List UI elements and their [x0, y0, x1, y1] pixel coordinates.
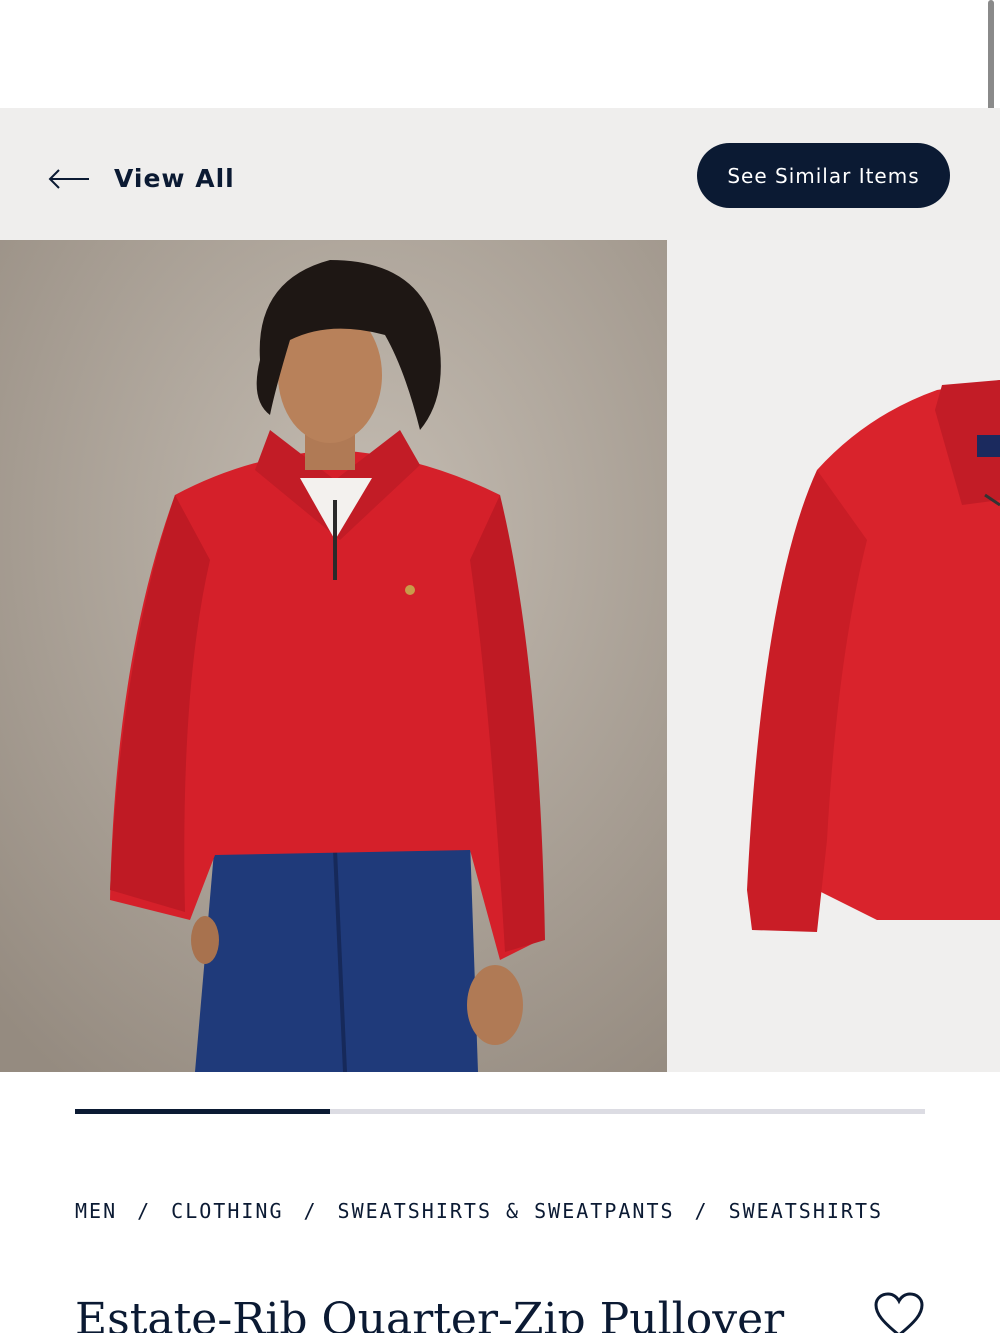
gallery-progress-fill: [75, 1109, 330, 1114]
breadcrumb: MEN / CLOTHING / SWEATSHIRTS & SWEATPANT…: [75, 1199, 883, 1223]
gallery-progress-bar: [75, 1109, 925, 1114]
product-image-model[interactable]: [0, 240, 667, 1072]
view-all-label: View All: [114, 164, 235, 193]
see-similar-items-button[interactable]: See Similar Items: [697, 143, 950, 208]
product-title: Estate-Rib Quarter-Zip Pullover: [75, 1294, 785, 1333]
product-image-gallery[interactable]: [0, 240, 1000, 1072]
gallery-header: View All See Similar Items: [0, 108, 1000, 240]
breadcrumb-clothing[interactable]: CLOTHING: [171, 1199, 283, 1223]
heart-icon: [873, 1292, 925, 1333]
breadcrumb-separator: /: [137, 1199, 152, 1223]
breadcrumb-separator: /: [303, 1199, 318, 1223]
favorite-button[interactable]: [873, 1292, 925, 1333]
breadcrumb-men[interactable]: MEN: [75, 1199, 117, 1223]
view-all-link[interactable]: View All: [48, 164, 235, 193]
breadcrumb-sweatshirts-sweatpants[interactable]: SWEATSHIRTS & SWEATPANTS: [338, 1199, 675, 1223]
top-bar: [0, 0, 1000, 108]
arrow-left-icon: [48, 168, 90, 189]
breadcrumb-sweatshirts[interactable]: SWEATSHIRTS: [729, 1199, 883, 1223]
breadcrumb-separator: /: [694, 1199, 709, 1223]
product-image-flat[interactable]: [667, 240, 1000, 1072]
